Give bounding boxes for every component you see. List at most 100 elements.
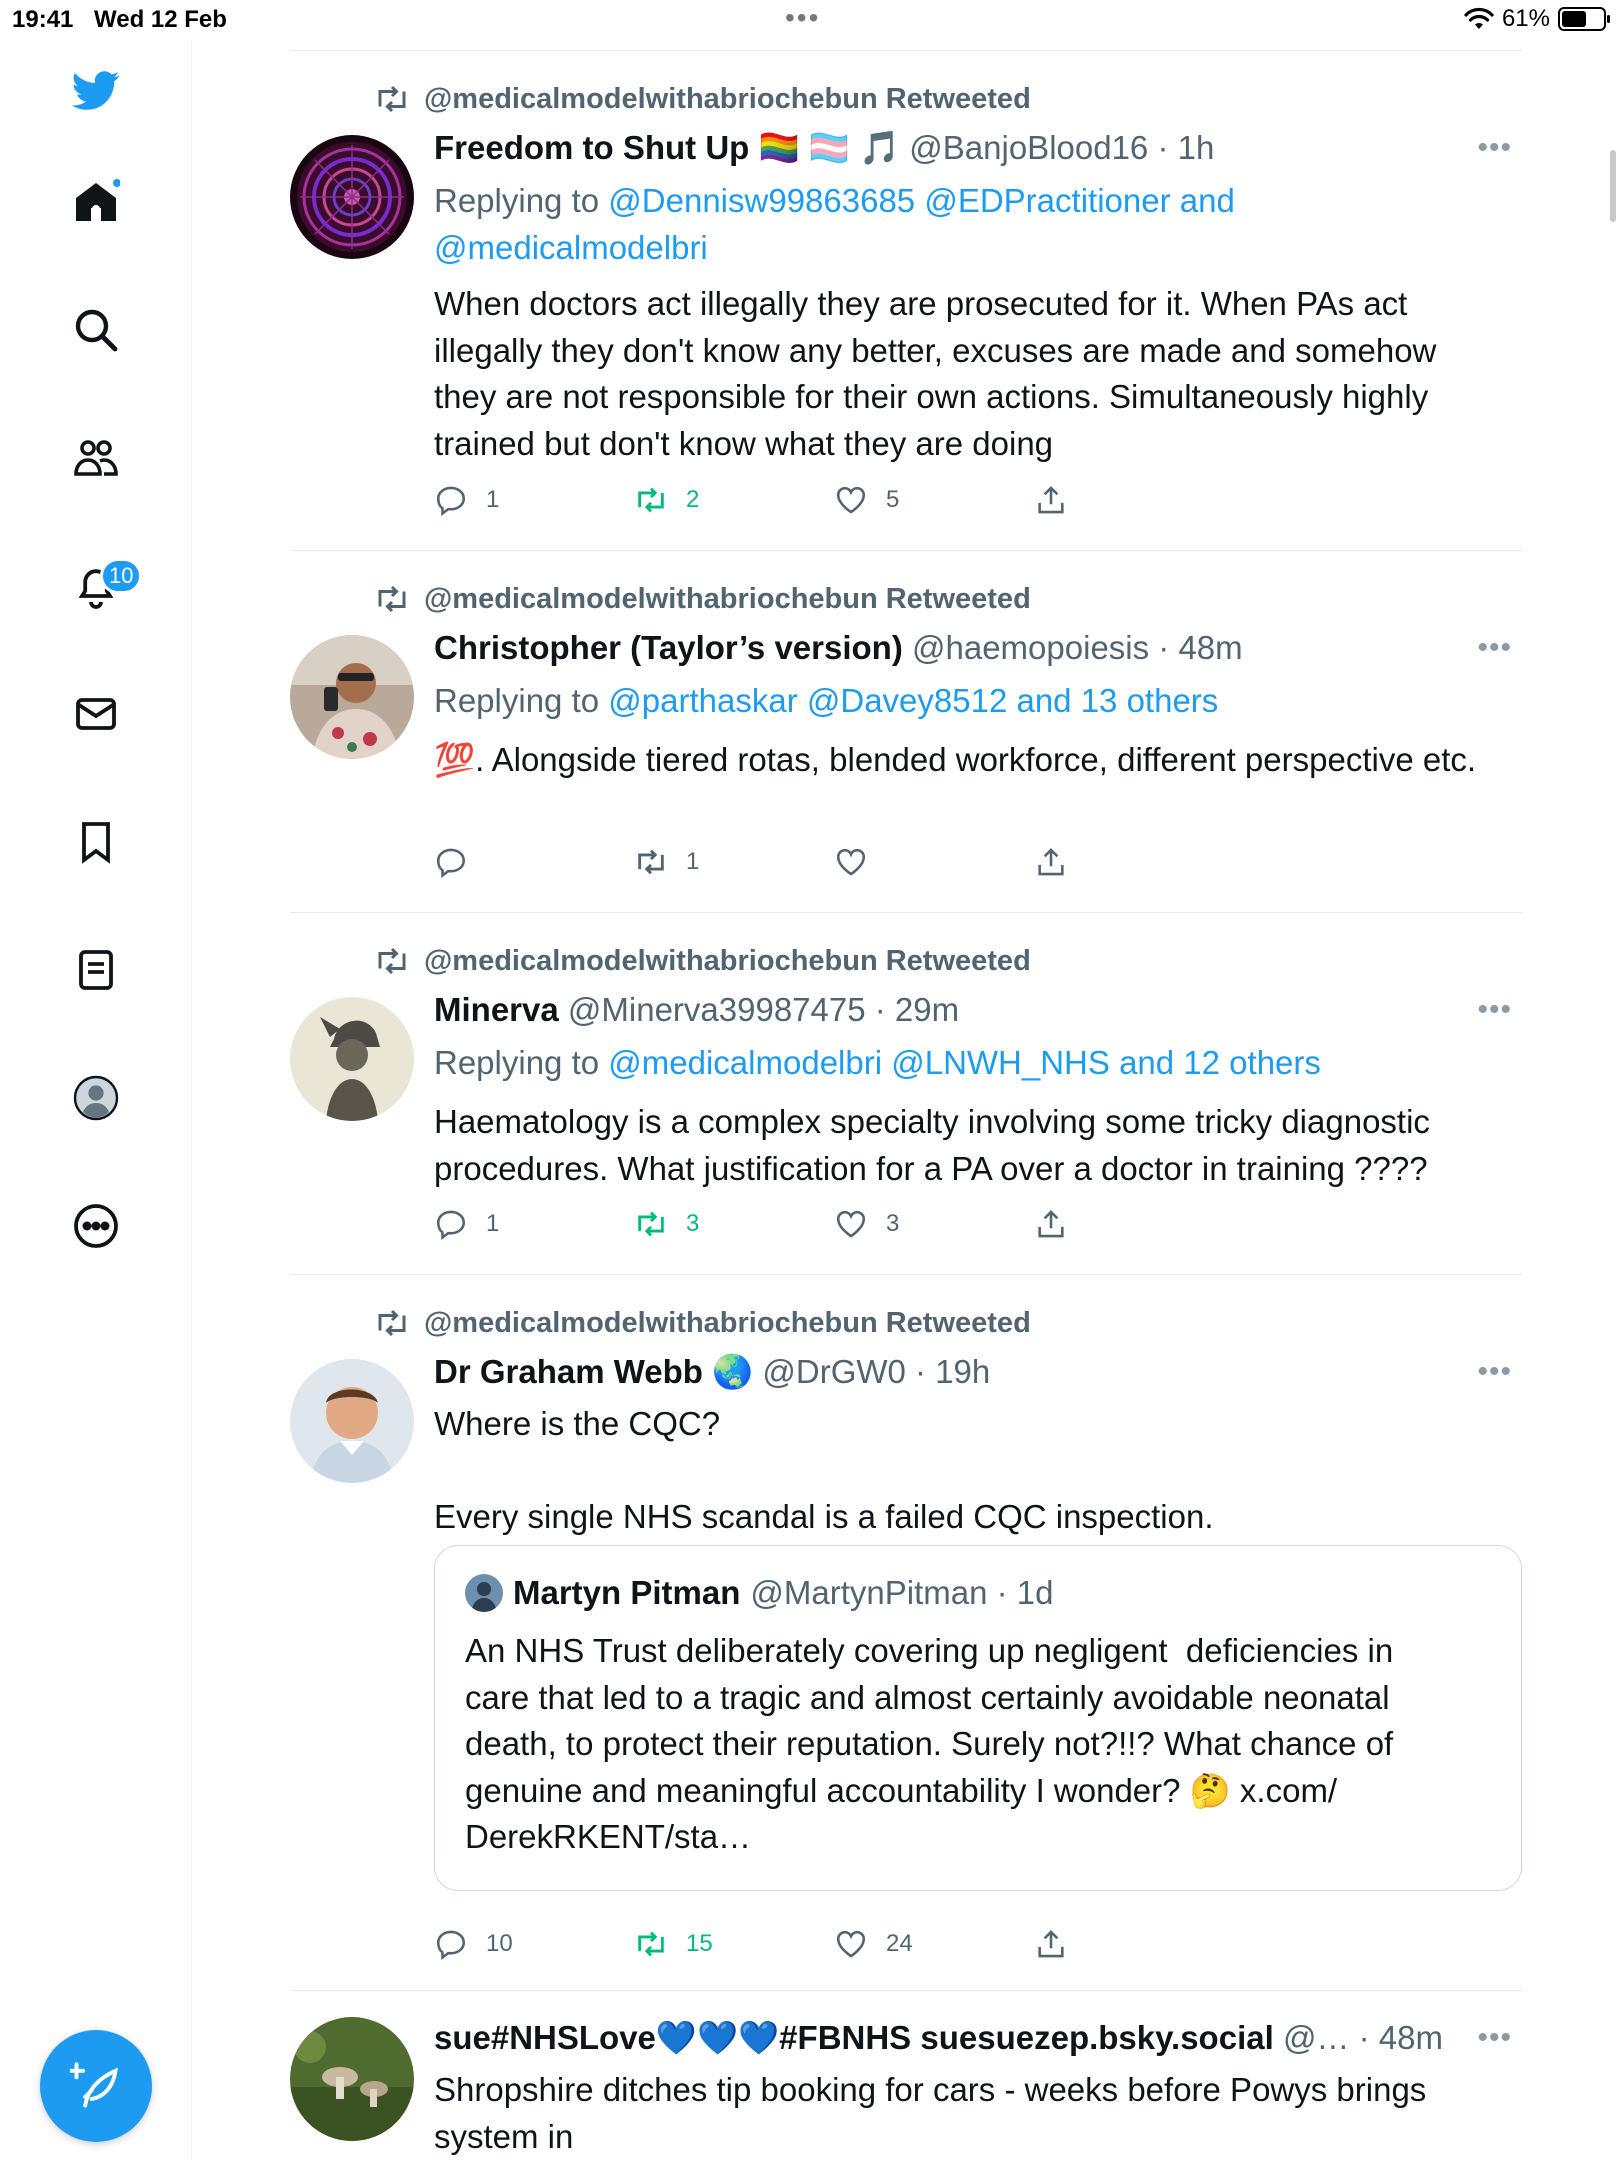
heart-icon [836,1930,866,1958]
retweet-button[interactable]: 15 [634,1927,713,1961]
tweet-header: sue#NHSLove💙💙💙#FBNHS suesuezep.bsky.soci… [434,2019,1522,2058]
tweet-text: Haematology is a complex specialty invol… [434,1103,1440,1187]
replying-to: Replying to @Dennisw99863685 @EDPractiti… [434,182,1235,266]
like-button[interactable]: 24 [834,1927,913,1961]
more-options-icon[interactable]: ••• [1477,1355,1512,1389]
reply-mentions[interactable]: @medicalmodelbri @LNWH_NHS and 12 others [608,1044,1321,1081]
tweet[interactable]: @medicalmodelwithabriochebun Retweeted C… [290,551,1522,913]
handle-time[interactable]: @Minerva39987475 · 29m [568,991,959,1028]
status-time: 19:41 [12,6,74,33]
reply-icon [436,848,466,879]
tweet-header: Freedom to Shut Up 🏳️‍🌈 🏳️‍⚧️ 🎵 @BanjoBl… [434,129,1522,168]
retweet-icon [378,1309,406,1337]
retweet-button[interactable]: 3 [634,1207,699,1241]
communities-icon[interactable] [64,426,128,490]
tweet-text: When doctors act illegally they are pros… [434,285,1446,462]
tweet[interactable]: sue#NHSLove💙💙💙#FBNHS suesuezep.bsky.soci… [290,1991,1522,2160]
more-options-icon[interactable]: ••• [1477,2021,1512,2055]
retweet-icon [638,1211,664,1237]
quoted-handle-time[interactable]: @MartynPitman · 1d [750,1574,1053,1612]
share-icon [1038,1930,1064,1958]
reply-mentions[interactable]: @parthaskar @Davey8512 and 13 others [608,682,1218,719]
more-options-icon[interactable]: ••• [1477,131,1512,165]
wifi-icon [1464,7,1494,29]
like-button[interactable]: 5 [834,483,899,517]
compose-tweet-button[interactable] [40,2030,152,2142]
quoted-avatar [465,1574,503,1612]
more-options-icon[interactable]: ••• [1477,631,1512,665]
avatar[interactable] [290,635,414,759]
tweet-header: Christopher (Taylor’s version) @haemopoi… [434,629,1522,667]
retweeted-by: @medicalmodelwithabriochebun Retweeted [374,81,1031,117]
reply-button[interactable] [434,845,486,879]
replying-to: Replying to @medicalmodelbri @LNWH_NHS a… [434,1044,1321,1081]
tweet-header: Minerva @Minerva39987475 · 29m [434,991,1522,1029]
handle-time[interactable]: @BanjoBlood16 · 1h [909,129,1214,166]
home-icon[interactable] [64,170,128,234]
retweet-button[interactable]: 2 [634,483,699,517]
share-button[interactable] [1034,1927,1068,1961]
tweet[interactable]: @medicalmodelwithabriochebun Retweeted M… [290,913,1522,1275]
reply-button[interactable]: 1 [434,1207,499,1241]
multitasking-dots-icon[interactable]: ••• [785,2,820,34]
tweet-actions: 1 2 5 [434,483,1094,523]
reply-icon [436,1930,466,1961]
twitter-bird-icon[interactable] [64,58,128,122]
tweet-actions: 1 [434,845,1094,885]
notifications-badge: 10 [100,558,143,594]
retweeted-by: @medicalmodelwithabriochebun Retweeted [374,581,1031,617]
quoted-display-name[interactable]: Martyn Pitman [513,1574,740,1612]
like-button[interactable]: 3 [834,1207,899,1241]
more-icon[interactable] [64,1194,128,1258]
reply-icon [436,1210,466,1241]
globe-emoji: 🌏 [712,1353,754,1390]
retweet-icon [378,85,406,113]
reply-button[interactable]: 1 [434,483,499,517]
retweet-icon [638,1931,664,1957]
display-name[interactable]: sue#NHSLove💙💙💙#FBNHS suesuezep.bsky.soci… [434,2019,1274,2056]
share-button[interactable] [1034,1207,1068,1241]
share-button[interactable] [1034,483,1068,517]
tweet[interactable]: @medicalmodelwithabriochebun Retweeted F… [290,50,1522,551]
tweet-actions: 1 3 3 [434,1207,1094,1247]
retweet-icon [638,849,664,875]
bookmarks-icon[interactable] [64,810,128,874]
profile-icon[interactable] [64,1066,128,1130]
retweeted-by: @medicalmodelwithabriochebun Retweeted [374,1305,1031,1341]
share-button[interactable] [1034,845,1068,879]
quoted-tweet[interactable]: Martyn Pitman @MartynPitman · 1d An NHS … [434,1545,1522,1891]
display-name[interactable]: Christopher (Taylor’s version) [434,629,903,666]
quoted-tweet-header: Martyn Pitman @MartynPitman · 1d [465,1574,1053,1612]
scrollbar[interactable] [1610,150,1616,222]
avatar[interactable] [290,135,414,259]
messages-icon[interactable] [64,682,128,746]
share-icon [1038,848,1064,876]
lists-icon[interactable] [64,938,128,1002]
retweet-button[interactable]: 1 [634,845,699,879]
display-name[interactable]: Freedom to Shut Up [434,129,749,166]
heart-icon [836,486,866,514]
retweeted-by: @medicalmodelwithabriochebun Retweeted [374,943,1031,979]
battery-percent: 61% [1501,5,1550,32]
timeline-feed: @medicalmodelwithabriochebun Retweeted F… [290,50,1522,2160]
status-bar: 19:41 Wed 12 Feb ••• 61% [0,0,1620,40]
like-button[interactable] [834,845,886,879]
heart-icon [836,1210,866,1238]
more-options-icon[interactable]: ••• [1477,993,1512,1027]
display-name[interactable]: Dr Graham Webb [434,1353,703,1390]
tweet-header: Dr Graham Webb 🌏 @DrGW0 · 19h [434,1353,1522,1392]
reply-button[interactable]: 10 [434,1927,513,1961]
handle-time[interactable]: @haemopoiesis · 48m [912,629,1243,666]
search-icon[interactable] [64,298,128,362]
retweet-icon [638,487,664,513]
avatar[interactable] [290,1359,414,1483]
quoted-tweet-text: An NHS Trust deliberately covering up ne… [465,1632,1394,1855]
compose-feather-icon [70,2062,118,2108]
tweet[interactable]: @medicalmodelwithabriochebun Retweeted D… [290,1275,1522,1991]
handle-time[interactable]: @… · 48m [1283,2019,1443,2056]
handle-time[interactable]: @DrGW0 · 19h [762,1353,990,1390]
display-name[interactable]: Minerva [434,991,559,1028]
avatar[interactable] [290,2017,414,2141]
heart-icon [836,848,866,876]
avatar[interactable] [290,997,414,1121]
